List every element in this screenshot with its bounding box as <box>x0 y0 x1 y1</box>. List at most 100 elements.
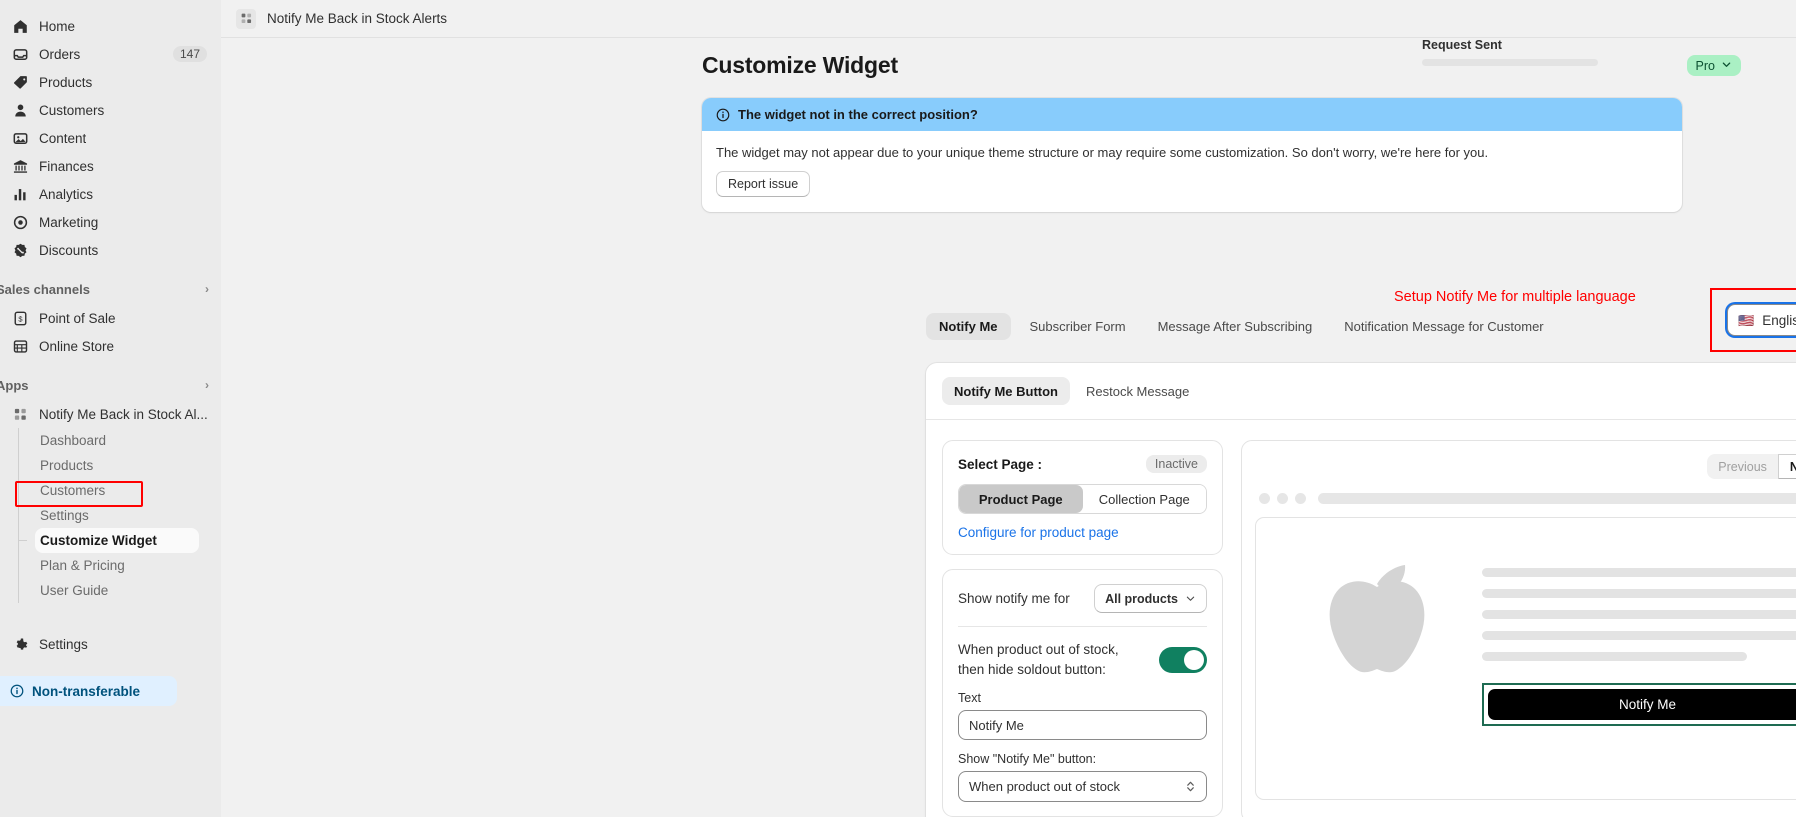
preview-next-button[interactable]: Next <box>1777 454 1796 479</box>
status-badge: Inactive <box>1145 455 1207 473</box>
banner-body: The widget may not appear due to your un… <box>702 131 1682 212</box>
finances-bank-icon <box>10 156 30 176</box>
sidebar-item-settings[interactable]: Settings <box>0 630 213 658</box>
point-of-sale-icon: $ <box>10 308 30 328</box>
sidebar-item-content[interactable]: Content <box>0 124 213 152</box>
products-tag-icon <box>10 72 30 92</box>
skeleton-line <box>1482 610 1796 619</box>
sidebar-item-label: Online Store <box>39 338 115 354</box>
widget-preview-panel: Previous Next <box>1241 440 1796 817</box>
sidebar-item-discounts[interactable]: Discounts <box>0 236 213 264</box>
sidebar-item-dashboard[interactable]: Dashboard <box>35 428 199 453</box>
sidebar-item-finances[interactable]: Finances <box>0 152 213 180</box>
sub-item-label: Plan & Pricing <box>40 558 125 573</box>
annotation-text-language: Setup Notify Me for multiple language <box>1394 289 1636 305</box>
non-transferable-banner[interactable]: Non-transferable <box>0 676 177 706</box>
skeleton-line <box>1482 631 1796 640</box>
segment-product-page[interactable]: Product Page <box>959 485 1083 513</box>
sidebar-item-customers-app[interactable]: Customers <box>35 478 199 503</box>
report-issue-button[interactable]: Report issue <box>716 171 811 197</box>
tab-notify-me-button[interactable]: Notify Me Button <box>942 377 1070 405</box>
orders-icon <box>10 44 30 64</box>
preview-product-page: Notify Me <box>1255 517 1796 800</box>
sidebar-item-marketing[interactable]: Marketing <box>0 208 213 236</box>
banner-title: The widget not in the correct position? <box>738 107 978 122</box>
sidebar-section-apps[interactable]: Apps › <box>0 372 221 398</box>
settings-panel: Select Page : Inactive Product Page Coll… <box>942 440 1223 817</box>
customers-person-icon <box>10 100 30 120</box>
sub-item-label: Customers <box>40 483 106 498</box>
hide-soldout-toggle[interactable] <box>1159 646 1207 673</box>
sidebar-item-customize-widget[interactable]: Customize Widget <box>35 528 199 553</box>
chevron-down-icon <box>1185 593 1196 604</box>
divider <box>958 626 1207 627</box>
sub-item-label: Settings <box>40 508 89 523</box>
sidebar-item-label: Settings <box>39 636 88 652</box>
product-image-placeholder <box>1272 540 1482 799</box>
sidebar-item-plan-pricing[interactable]: Plan & Pricing <box>35 553 199 578</box>
sub-item-label: Customize Widget <box>40 533 157 548</box>
sidebar-item-label: Orders <box>39 46 81 62</box>
sidebar-item-label: Point of Sale <box>39 310 116 326</box>
configure-product-page-link[interactable]: Configure for product page <box>958 525 1207 540</box>
sidebar-item-notify-me-app[interactable]: Notify Me Back in Stock Al... <box>0 400 213 428</box>
non-transferable-label: Non-transferable <box>32 683 141 699</box>
sidebar-item-analytics[interactable]: Analytics <box>0 180 213 208</box>
sidebar-item-customers[interactable]: Customers <box>0 96 213 124</box>
app-grid-icon <box>10 404 30 424</box>
sidebar-item-online-store[interactable]: Online Store <box>0 332 213 360</box>
chevron-updown-icon <box>1185 779 1196 794</box>
sidebar-item-label: Finances <box>39 158 94 174</box>
banner-header: The widget not in the correct position? <box>702 98 1682 131</box>
us-flag-icon: 🇺🇸 <box>1738 312 1755 328</box>
primary-tabs: Notify Me Subscriber Form Message After … <box>926 313 1557 340</box>
sidebar-item-label: Marketing <box>39 214 99 230</box>
notify-me-text-input[interactable] <box>958 710 1207 741</box>
skeleton-line <box>1482 652 1747 661</box>
card-body: Select Page : Inactive Product Page Coll… <box>926 420 1796 817</box>
sidebar-item-point-of-sale[interactable]: $ Point of Sale <box>0 304 213 332</box>
sidebar-section-sales-channels[interactable]: Sales channels › <box>0 276 221 302</box>
content-image-icon <box>10 128 30 148</box>
browser-url-placeholder <box>1318 493 1796 504</box>
sidebar-item-orders[interactable]: Orders 147 <box>0 40 213 68</box>
sidebar-item-products[interactable]: Products <box>0 68 213 96</box>
sidebar-item-user-guide[interactable]: User Guide <box>35 578 199 603</box>
preview-nav: Previous Next <box>1255 453 1796 480</box>
tab-message-after-subscribing[interactable]: Message After Subscribing <box>1145 313 1326 340</box>
chevron-right-icon: › <box>205 378 209 392</box>
select-page-label: Select Page : <box>958 456 1043 472</box>
tab-notification-message-for-customer[interactable]: Notification Message for Customer <box>1331 313 1556 340</box>
orders-count-badge: 147 <box>172 46 207 62</box>
sub-item-label: User Guide <box>40 583 109 598</box>
info-circle-icon <box>716 108 730 122</box>
request-sent-progress-bar <box>1422 59 1598 66</box>
plan-badge-pro[interactable]: Pro <box>1686 55 1741 76</box>
banner-description: The widget may not appear due to your un… <box>716 145 1489 160</box>
marketing-target-icon <box>10 212 30 232</box>
preview-previous-button[interactable]: Previous <box>1707 454 1778 479</box>
tab-notify-me[interactable]: Notify Me <box>926 313 1011 340</box>
app-submenu: Dashboard Products Customers Settings Cu… <box>18 428 221 603</box>
show-notify-me-button-select[interactable]: When product out of stock <box>958 771 1207 803</box>
segment-collection-page[interactable]: Collection Page <box>1082 485 1206 513</box>
sales-channels-label: Sales channels <box>0 281 90 297</box>
sidebar-item-products-app[interactable]: Products <box>35 453 199 478</box>
language-selector[interactable]: 🇺🇸 English <box>1727 304 1796 336</box>
tab-restock-message[interactable]: Restock Message <box>1074 377 1201 405</box>
sidebar-item-label: Content <box>39 130 87 146</box>
sidebar-item-home[interactable]: Home <box>0 12 213 40</box>
sidebar-item-settings-app[interactable]: Settings <box>35 503 199 528</box>
page-type-segmented-control: Product Page Collection Page <box>958 484 1207 514</box>
show-notify-me-for-dropdown[interactable]: All products <box>1094 584 1207 613</box>
dropdown-value: All products <box>1105 591 1178 606</box>
secondary-tabs: Notify Me Button Restock Message <box>926 363 1796 405</box>
tab-subscriber-form[interactable]: Subscriber Form <box>1017 313 1139 340</box>
preview-notify-me-button[interactable]: Notify Me <box>1488 689 1796 720</box>
widget-position-banner: The widget not in the correct position? … <box>702 98 1682 212</box>
main-content: Customize Widget Request Sent Pro The wi… <box>221 38 1796 817</box>
browser-dot <box>1277 493 1288 504</box>
discounts-badge-icon <box>10 240 30 260</box>
info-circle-icon <box>10 684 24 698</box>
sidebar-item-label: Customers <box>39 102 105 118</box>
